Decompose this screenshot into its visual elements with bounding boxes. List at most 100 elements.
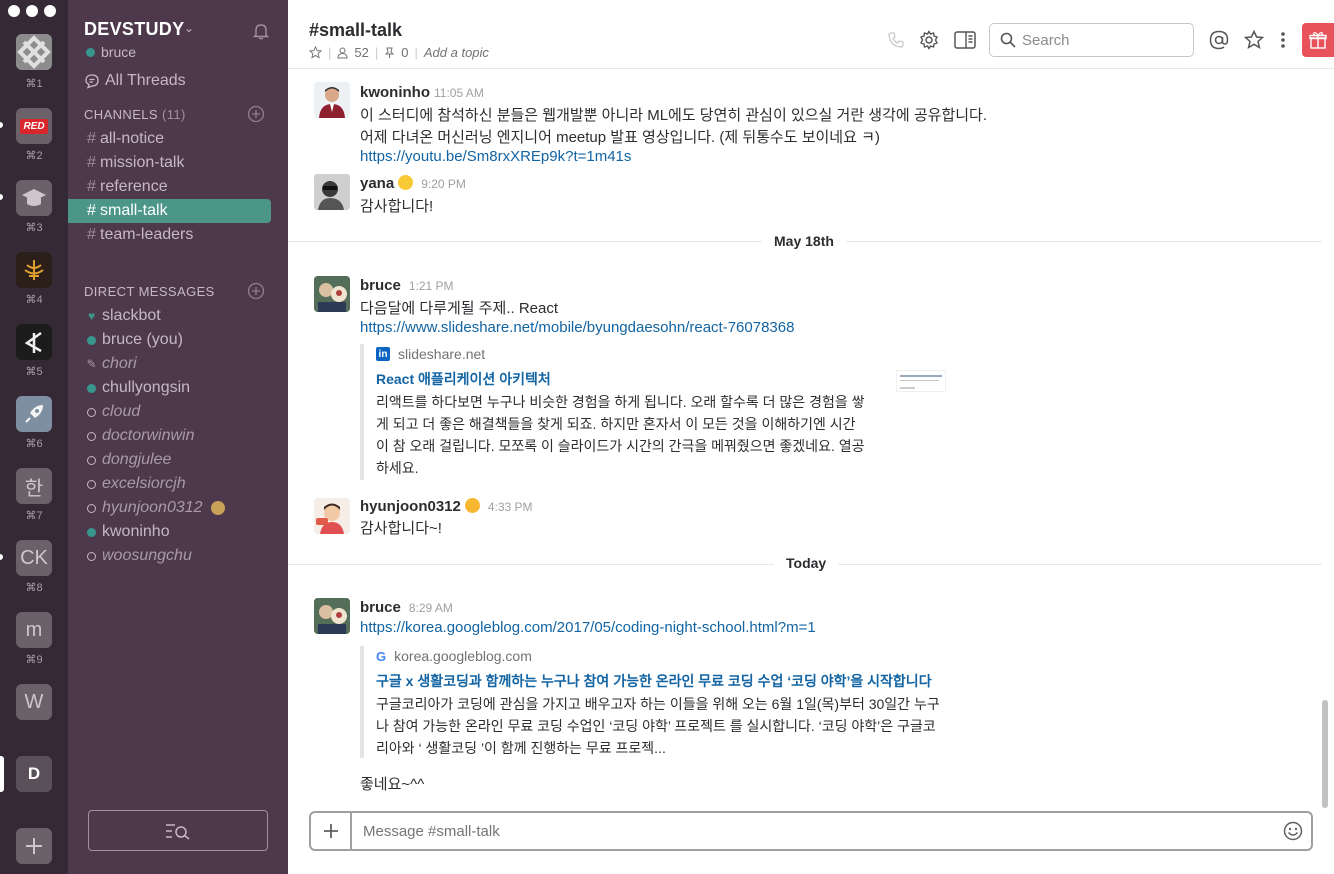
gear-icon[interactable] [918,29,940,51]
sidebar-channel-all-notice[interactable]: # all-notice [68,127,271,151]
avatar[interactable] [314,82,350,118]
sidebar-channel-small-talk[interactable]: # small-talk [68,199,271,223]
bell-icon[interactable] [252,22,270,40]
gift-icon[interactable] [1302,23,1334,57]
heart-icon: ♥ [87,309,96,323]
dm-bruce[interactable]: bruce (you) [68,328,271,352]
team-9-icon[interactable]: m [16,612,52,648]
team-7-icon[interactable]: 한 [16,468,52,504]
dm-doctorwinwin[interactable]: doctorwinwin [68,424,271,448]
link-preview-thumbnail[interactable] [896,370,946,392]
team-8-icon[interactable]: CK [16,540,52,576]
add-team-button[interactable] [16,828,52,864]
pin-count[interactable]: 0 [401,45,408,60]
search-placeholder: Search [1022,31,1070,49]
active-team-indicator [0,756,4,792]
dm-label: cloud [102,403,141,420]
channels-header-label: CHANNELS [84,107,158,122]
add-topic-link[interactable]: Add a topic [424,45,489,60]
search-box[interactable]: Search [989,23,1194,57]
dm-cloud[interactable]: cloud [68,400,271,424]
link-preview-title[interactable]: React 애플리케이션 아키텍처 [376,369,960,389]
all-threads-link[interactable]: All Threads [84,72,186,90]
link-preview-source[interactable]: G korea.googleblog.com [376,646,960,666]
sidebar-channel-team-leaders[interactable]: # team-leaders [68,223,271,247]
add-channel-icon[interactable] [247,105,265,123]
day-divider-label[interactable]: Today [774,555,839,571]
minimize-window-button[interactable] [26,5,38,17]
message-link[interactable]: https://www.slideshare.net/mobile/byungd… [360,319,794,336]
dm-hyunjoon0312[interactable]: hyunjoon0312 [68,496,271,520]
dm-chullyongsin[interactable]: chullyongsin [68,376,271,400]
channels-header[interactable]: CHANNELS (11) [84,107,186,122]
link-preview-source[interactable]: in slideshare.net [376,344,960,364]
avatar[interactable] [314,276,350,312]
message-scrollbar[interactable] [1322,700,1328,808]
channel-title[interactable]: #small-talk [309,20,402,41]
dm-header[interactable]: DIRECT MESSAGES [84,284,215,299]
team-3-shortcut: ⌘3 [25,222,43,234]
chevron-down-icon[interactable]: ⌄ [184,21,194,35]
dm-label: excelsiorcjh [102,475,186,492]
link-preview-title[interactable]: 구글 x 생활코딩과 함께하는 누구나 참여 가능한 온라인 무료 코딩 수업 … [376,671,960,691]
team-1-icon[interactable] [16,34,52,70]
mention-icon[interactable] [1208,29,1230,51]
message-link[interactable]: https://youtu.be/Sm8rxXREp9k?t=1m41s [360,148,631,165]
message-sender[interactable]: bruce 8:29 AM [360,599,453,616]
zoom-window-button[interactable] [44,5,56,17]
message-sender[interactable]: kwoninho 11:05 AM [360,84,484,101]
emoji-picker-icon[interactable] [1283,821,1303,841]
attach-button[interactable] [311,813,352,849]
message-timestamp[interactable]: 11:05 AM [434,86,484,100]
sidebar-channel-reference[interactable]: # reference [68,175,271,199]
avatar[interactable] [314,598,350,634]
message-composer [309,811,1313,851]
message-sender[interactable]: yana 9:20 PM [360,175,466,192]
message-sender[interactable]: hyunjoon0312 4:33 PM [360,498,533,515]
close-window-button[interactable] [8,5,20,17]
message-sender[interactable]: bruce 1:21 PM [360,277,454,294]
message-timestamp[interactable]: 9:20 PM [421,177,466,191]
dm-kwoninho[interactable]: kwoninho [68,520,271,544]
team-name[interactable]: DEVSTUDY [84,19,184,40]
day-divider-label[interactable]: May 18th [762,233,846,249]
avatar[interactable] [314,498,350,534]
avatar[interactable] [314,174,350,210]
team-3-graduation-icon[interactable] [16,180,52,216]
phone-icon[interactable] [885,29,907,51]
message-timestamp[interactable]: 4:33 PM [488,500,533,514]
message-text: 이 스터디에 참석하신 분들은 웹개발뿐 아니라 ML에도 당연히 관심이 있으… [360,107,988,124]
dm-slackbot[interactable]: ♥ slackbot [68,304,271,328]
more-options-icon[interactable] [1272,29,1294,51]
message-text: 다음달에 다루게될 주제.. React [360,300,559,317]
star-icon[interactable] [309,46,322,59]
dm-label: slackbot [102,307,161,324]
starred-items-icon[interactable] [1243,29,1265,51]
details-panel-icon[interactable] [954,29,976,51]
message-timestamp[interactable]: 8:29 AM [409,601,453,615]
message-input[interactable] [363,823,1243,840]
sender-name: bruce [360,599,401,616]
member-count[interactable]: 52 [354,45,368,60]
dm-chori[interactable]: ✎ chori [68,352,271,376]
sidebar-channel-mission-talk[interactable]: # mission-talk [68,151,271,175]
user-status[interactable]: bruce [86,44,136,60]
message-text: 어제 다녀온 머신러닝 엔지니어 meetup 발표 영상입니다. (제 뒤통수… [360,129,880,146]
dm-dongjulee[interactable]: dongjulee [68,448,271,472]
quick-switcher-button[interactable] [88,810,268,851]
team-4-icon[interactable] [16,252,52,288]
team-6-rocket-icon[interactable] [16,396,52,432]
message-link[interactable]: https://korea.googleblog.com/2017/05/cod… [360,619,816,636]
slack-window: ⌘1 RED ⌘2 ⌘3 ⌘4 ⌘5 ⌘6 한 ⌘7 CK ⌘8 m ⌘9 W [0,0,1334,874]
message-timestamp[interactable]: 1:21 PM [409,279,454,293]
link-preview-description: 구글코리아가 코딩에 관심을 가지고 배우고자 하는 이들을 위해 오는 6월 … [376,693,960,759]
away-dot-icon [87,551,96,561]
add-dm-icon[interactable] [247,282,265,300]
team-2-icon[interactable]: RED [16,108,52,144]
team-10-icon[interactable]: W [16,684,52,720]
team-11-icon[interactable]: D [16,756,52,792]
dm-woosungchu[interactable]: woosungchu [68,544,271,568]
team-5-icon[interactable] [16,324,52,360]
online-dot-icon [86,47,95,57]
dm-excelsiorcjh[interactable]: excelsiorcjh [68,472,271,496]
